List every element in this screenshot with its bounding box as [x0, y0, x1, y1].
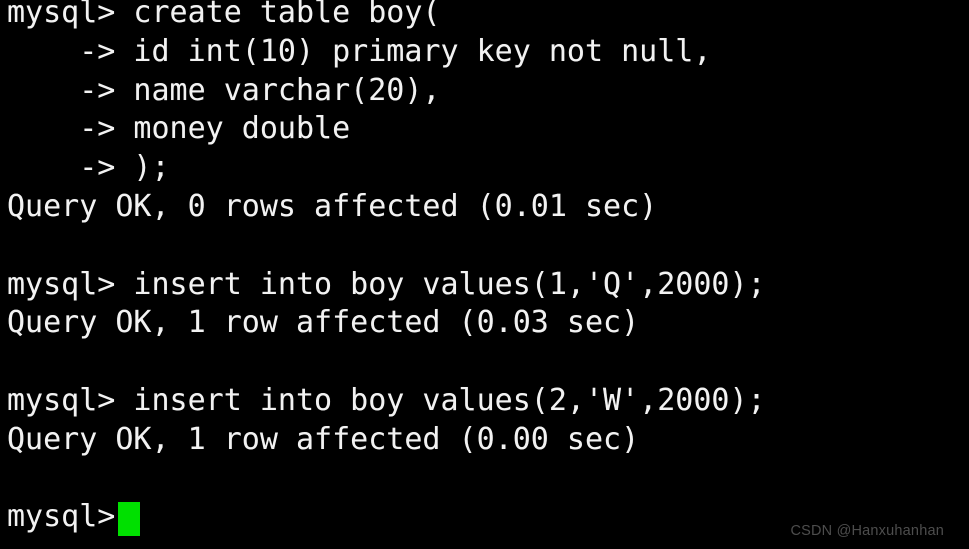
terminal-line: Query OK, 0 rows affected (0.01 sec) — [7, 188, 658, 224]
terminal-line: -> id int(10) primary key not null, — [7, 33, 712, 69]
csdn-watermark: CSDN @Hanxuhanhan — [790, 523, 944, 539]
text-cursor-block — [118, 501, 141, 536]
terminal-line: Query OK, 1 row affected (0.03 sec) — [7, 305, 640, 341]
terminal-output-area[interactable]: mysql> create table boy( -> id int(10) p… — [7, 0, 962, 537]
terminal-line: mysql> create table boy( — [7, 0, 441, 30]
terminal-line: -> ); — [7, 150, 170, 186]
mysql-terminal-window[interactable]: mysql> create table boy( -> id int(10) p… — [0, 0, 969, 549]
terminal-line: mysql> insert into boy values(1,'Q',2000… — [7, 266, 766, 302]
terminal-line: -> name varchar(20), — [7, 72, 441, 108]
terminal-line: Query OK, 1 row affected (0.00 sec) — [7, 421, 640, 457]
prompt-label: mysql> — [7, 499, 116, 535]
terminal-line: -> money double — [7, 111, 351, 147]
terminal-line: mysql> insert into boy values(2,'W',2000… — [7, 382, 766, 418]
